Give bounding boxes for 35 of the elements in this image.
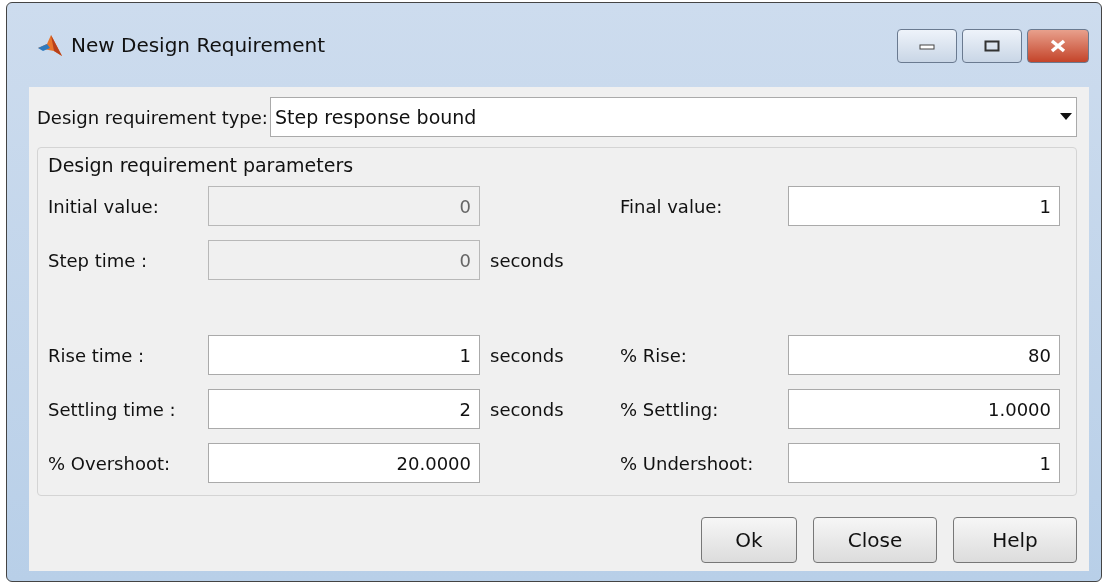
input-field[interactable]: 1	[208, 335, 480, 375]
field-label: % Overshoot:	[48, 452, 172, 474]
input-field[interactable]: 20.0000	[208, 443, 480, 483]
close-button[interactable]	[1027, 29, 1089, 63]
input-field[interactable]: 1	[788, 443, 1060, 483]
minimize-button[interactable]	[897, 29, 957, 63]
unit-label: seconds	[489, 344, 565, 366]
field-label: Final value:	[620, 195, 724, 217]
requirement-type-dropdown[interactable]: Step response bound	[269, 97, 1077, 137]
input-field[interactable]: 1.0000	[788, 389, 1060, 429]
field-label: % Undershoot:	[620, 452, 755, 474]
field-label: Settling time :	[48, 398, 177, 420]
minimize-icon	[919, 42, 935, 50]
dialog-button[interactable]: Close	[813, 517, 937, 563]
unit-label: seconds	[489, 398, 565, 420]
field-label: % Rise:	[620, 344, 688, 366]
requirement-type-label: Design requirement type:	[37, 106, 268, 128]
maximize-icon	[984, 40, 1000, 52]
dialog-button[interactable]: Ok	[701, 517, 797, 563]
field-label: Rise time :	[48, 344, 146, 366]
field-label: % Settling:	[620, 398, 720, 420]
input-field: 0	[208, 240, 480, 280]
input-field[interactable]: 2	[208, 389, 480, 429]
close-icon	[1049, 39, 1067, 53]
dialog-button[interactable]: Help	[953, 517, 1077, 563]
input-field[interactable]: 80	[788, 335, 1060, 375]
input-field[interactable]: 1	[788, 186, 1060, 226]
field-label: Initial value:	[48, 195, 160, 217]
field-label: Step time :	[48, 249, 149, 271]
input-field: 0	[208, 186, 480, 226]
window-title: New Design Requirement	[71, 33, 325, 57]
unit-label: seconds	[489, 249, 565, 271]
panel-title: Design requirement parameters	[48, 154, 355, 176]
caret-icon	[1060, 113, 1072, 121]
maximize-button[interactable]	[962, 29, 1022, 63]
